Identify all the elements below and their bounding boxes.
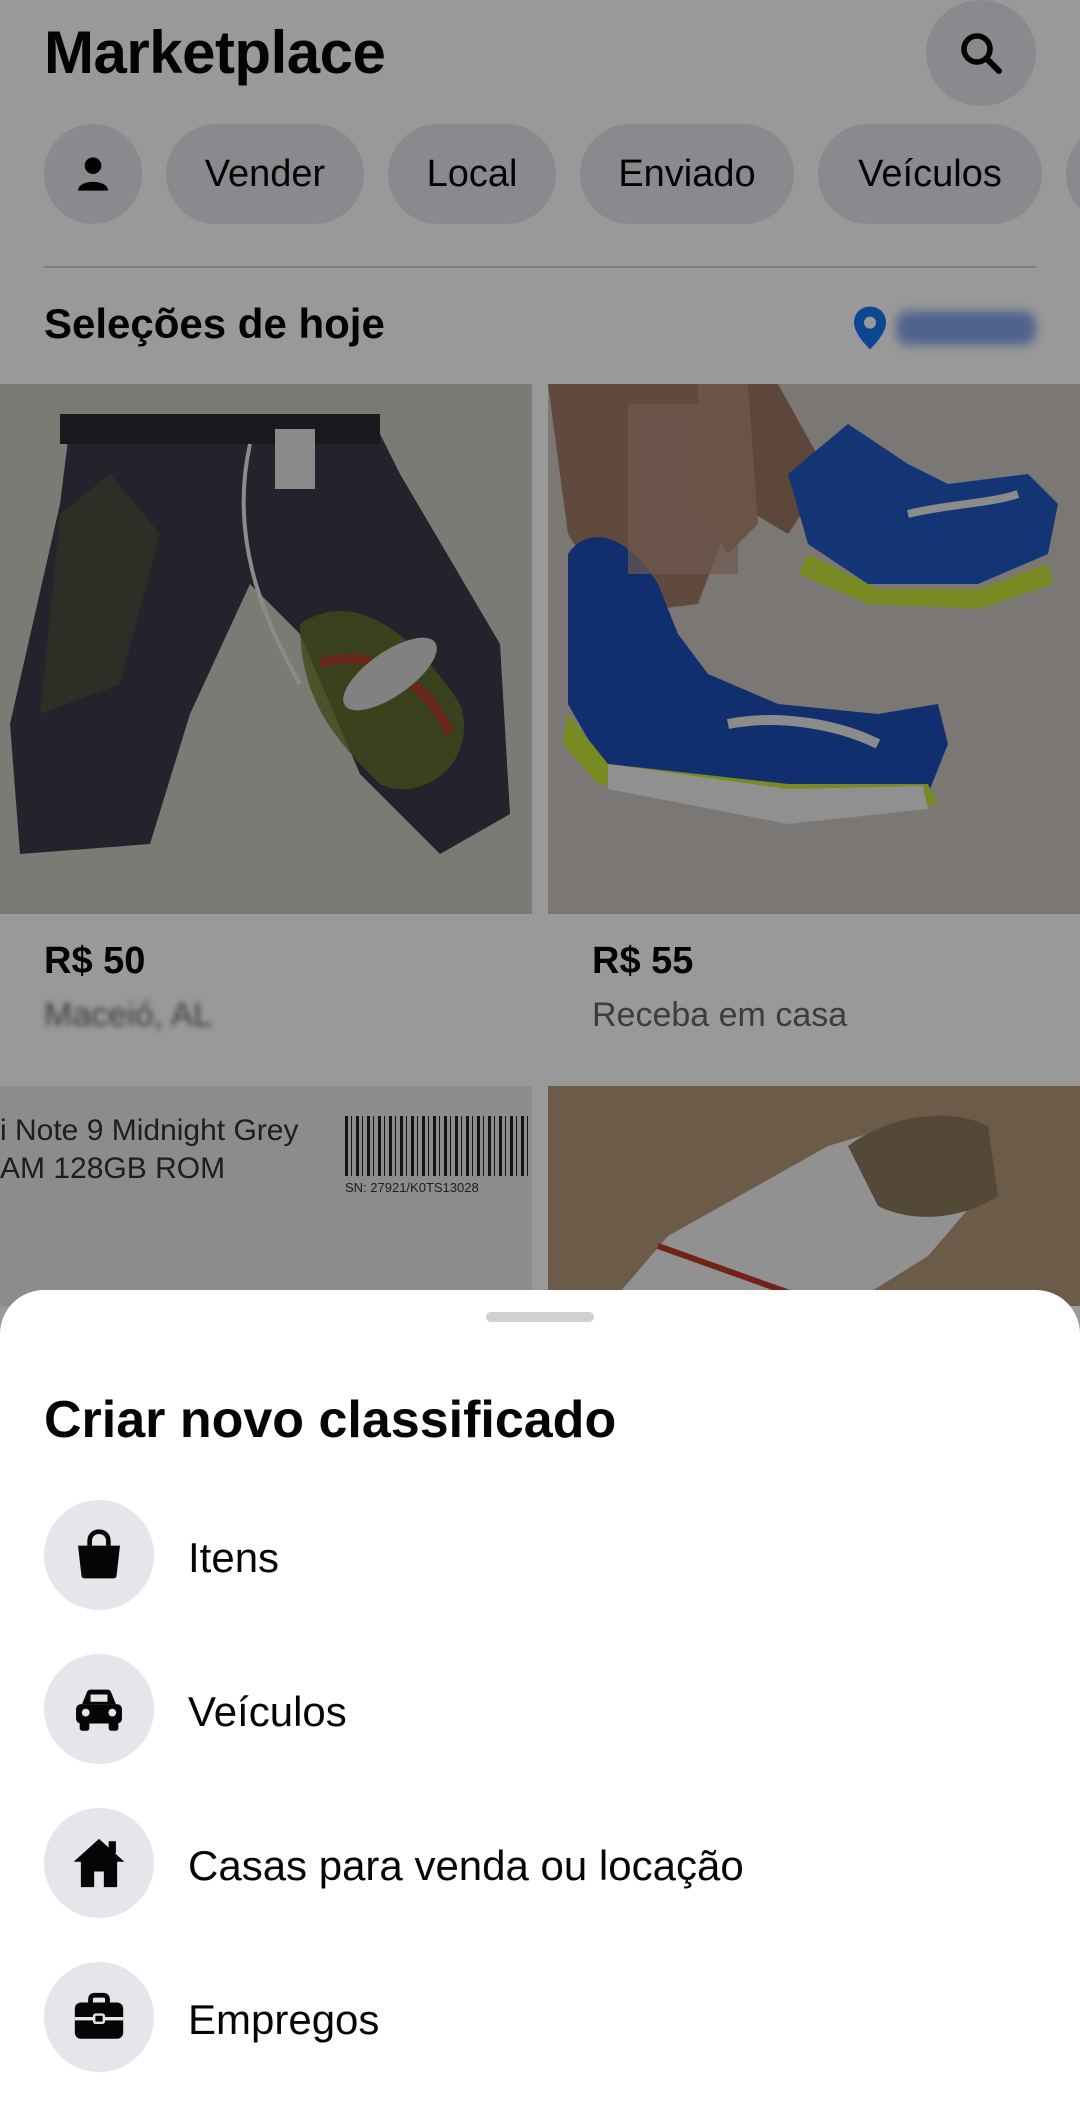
- briefcase-icon: [74, 1992, 124, 2039]
- option-label: Empregos: [188, 1996, 380, 2043]
- bottom-sheet: Criar novo classificado Itens Veículos C…: [0, 1290, 1080, 2102]
- marketplace-screen: Marketplace Vender Local Enviado Veículo…: [0, 0, 1080, 2102]
- sheet-title: Criar novo classificado: [44, 1391, 617, 1449]
- option-icon-wrap: [44, 1500, 154, 1610]
- option-label: Itens: [188, 1534, 280, 1581]
- option-label: Veículos: [188, 1688, 347, 1735]
- option-label: Casas para venda ou locação: [188, 1842, 744, 1889]
- option-casas[interactable]: Casas para venda ou locação: [0, 1798, 1080, 1928]
- house-icon: [73, 1838, 125, 1888]
- option-icon-wrap: [44, 1654, 154, 1764]
- drag-handle[interactable]: [486, 1312, 594, 1322]
- option-itens[interactable]: Itens: [0, 1490, 1080, 1620]
- shopping-bag-icon: [78, 1529, 120, 1579]
- option-veiculos[interactable]: Veículos: [0, 1644, 1080, 1774]
- option-icon-wrap: [44, 1962, 154, 2072]
- option-icon-wrap: [44, 1808, 154, 1918]
- option-empregos[interactable]: Empregos: [0, 1952, 1080, 2082]
- car-icon: [76, 1689, 122, 1731]
